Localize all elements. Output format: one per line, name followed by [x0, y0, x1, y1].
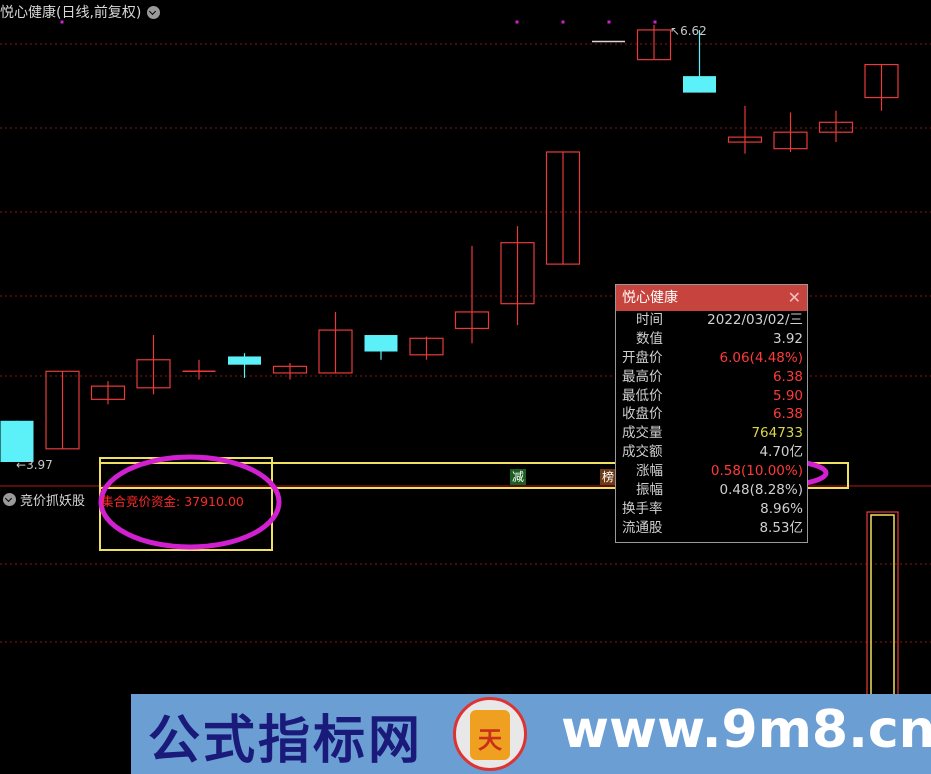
popup-row-label: 收盘价: [622, 406, 663, 423]
quote-info-popup: 悦心健康 ✕ 时间 2022/03/02/三数值 3.92 开盘价 6.06(4.48%…: [615, 284, 808, 543]
popup-row-label: 时间: [636, 312, 663, 328]
popup-row-value: 764733: [751, 425, 803, 442]
popup-row: 换手率 8.96%: [616, 500, 807, 519]
popup-row: 最低价 5.90: [616, 387, 807, 406]
popup-row-value: 8.96%: [760, 500, 803, 517]
signal-dot: [653, 20, 657, 24]
popup-row-label: 换手率: [622, 500, 663, 517]
popup-row-label: 涨幅: [636, 463, 663, 480]
watermark-logo-text: 天: [478, 726, 502, 754]
popup-row: 收盘价 6.38: [616, 405, 807, 424]
popup-row-label: 最高价: [622, 368, 663, 385]
watermark-banner: 公式指标网 天 www.9m8.cn: [131, 694, 931, 774]
auction-fund-readout: 集合竞价资金: 37910.00: [101, 491, 244, 510]
candle-body: [683, 76, 716, 93]
high-price-label: ↖6.62: [670, 24, 707, 38]
popup-row-value: 0.48(8.28%): [719, 482, 803, 499]
chart-title-bar: 悦心健康(日线,前复权): [0, 2, 161, 22]
popup-row: 成交额 4.70亿: [616, 443, 807, 462]
popup-row: 流通股 8.53亿: [616, 519, 807, 538]
auction-fund-value: 37910.00: [184, 494, 244, 509]
popup-row: 涨幅 0.58(10.00%): [616, 462, 807, 481]
title-dropdown-icon[interactable]: [147, 5, 161, 19]
watermark-text: 公式指标网: [148, 711, 424, 771]
popup-rows: 时间 2022/03/02/三数值 3.92 开盘价 6.06(4.48%) 最高价 6.3…: [616, 311, 807, 538]
popup-row: 时间 2022/03/02/三: [616, 311, 807, 330]
popup-row-value: 4.70亿: [759, 444, 803, 461]
rank-tag: 榜: [600, 469, 616, 485]
indicator-dropdown-icon[interactable]: [3, 492, 16, 506]
popup-row: 最高价 6.38: [616, 368, 807, 387]
popup-row-value: 2022/03/02/三: [707, 312, 803, 328]
candle-body: [364, 335, 398, 352]
indicator-title-bar: 竞价抓妖股: [0, 490, 86, 509]
high-price-value: 6.62: [680, 24, 707, 38]
chart-title: 悦心健康(日线,前复权): [0, 5, 142, 21]
popup-row-value: 6.38: [772, 406, 803, 423]
popup-row: 数值 3.92: [616, 330, 807, 349]
indicator-name: 竞价抓妖股: [20, 493, 86, 509]
watermark-url: www.9m8.cn: [561, 700, 931, 760]
signal-dot: [515, 20, 519, 24]
popup-title: 悦心健康: [622, 290, 678, 306]
popup-row-label: 振幅: [636, 482, 663, 499]
popup-row-value: 8.53亿: [759, 519, 803, 536]
popup-row-value: 6.38: [772, 368, 803, 385]
popup-row-value: 3.92: [772, 330, 803, 347]
popup-header: 悦心健康 ✕: [616, 285, 807, 311]
watermark-logo: 天: [453, 697, 527, 771]
close-icon[interactable]: ✕: [788, 285, 801, 311]
signal-dot: [561, 20, 565, 24]
popup-row: 振幅 0.48(8.28%): [616, 481, 807, 500]
popup-row-label: 开盘价: [622, 349, 663, 366]
low-price-value: 3.97: [26, 458, 53, 472]
low-price-label: ←3.97: [16, 458, 53, 472]
popup-row: 成交量 764733: [616, 424, 807, 443]
popup-row-value: 5.90: [772, 387, 803, 404]
candle-body: [0, 420, 34, 462]
popup-row-value: 0.58(10.00%): [710, 463, 803, 480]
popup-row-label: 最低价: [622, 387, 663, 404]
signal-dot: [607, 20, 611, 24]
popup-row: 开盘价 6.06(4.48%): [616, 349, 807, 368]
popup-row-label: 流通股: [622, 519, 663, 536]
reduce-tag: 减: [510, 469, 526, 485]
auction-fund-label: 集合竞价资金:: [101, 494, 181, 509]
popup-row-label: 数值: [636, 330, 663, 347]
popup-row-label: 成交额: [622, 444, 663, 461]
popup-row-value: 6.06(4.48%): [719, 349, 803, 366]
candle-body: [228, 356, 261, 365]
popup-row-label: 成交量: [622, 425, 663, 442]
